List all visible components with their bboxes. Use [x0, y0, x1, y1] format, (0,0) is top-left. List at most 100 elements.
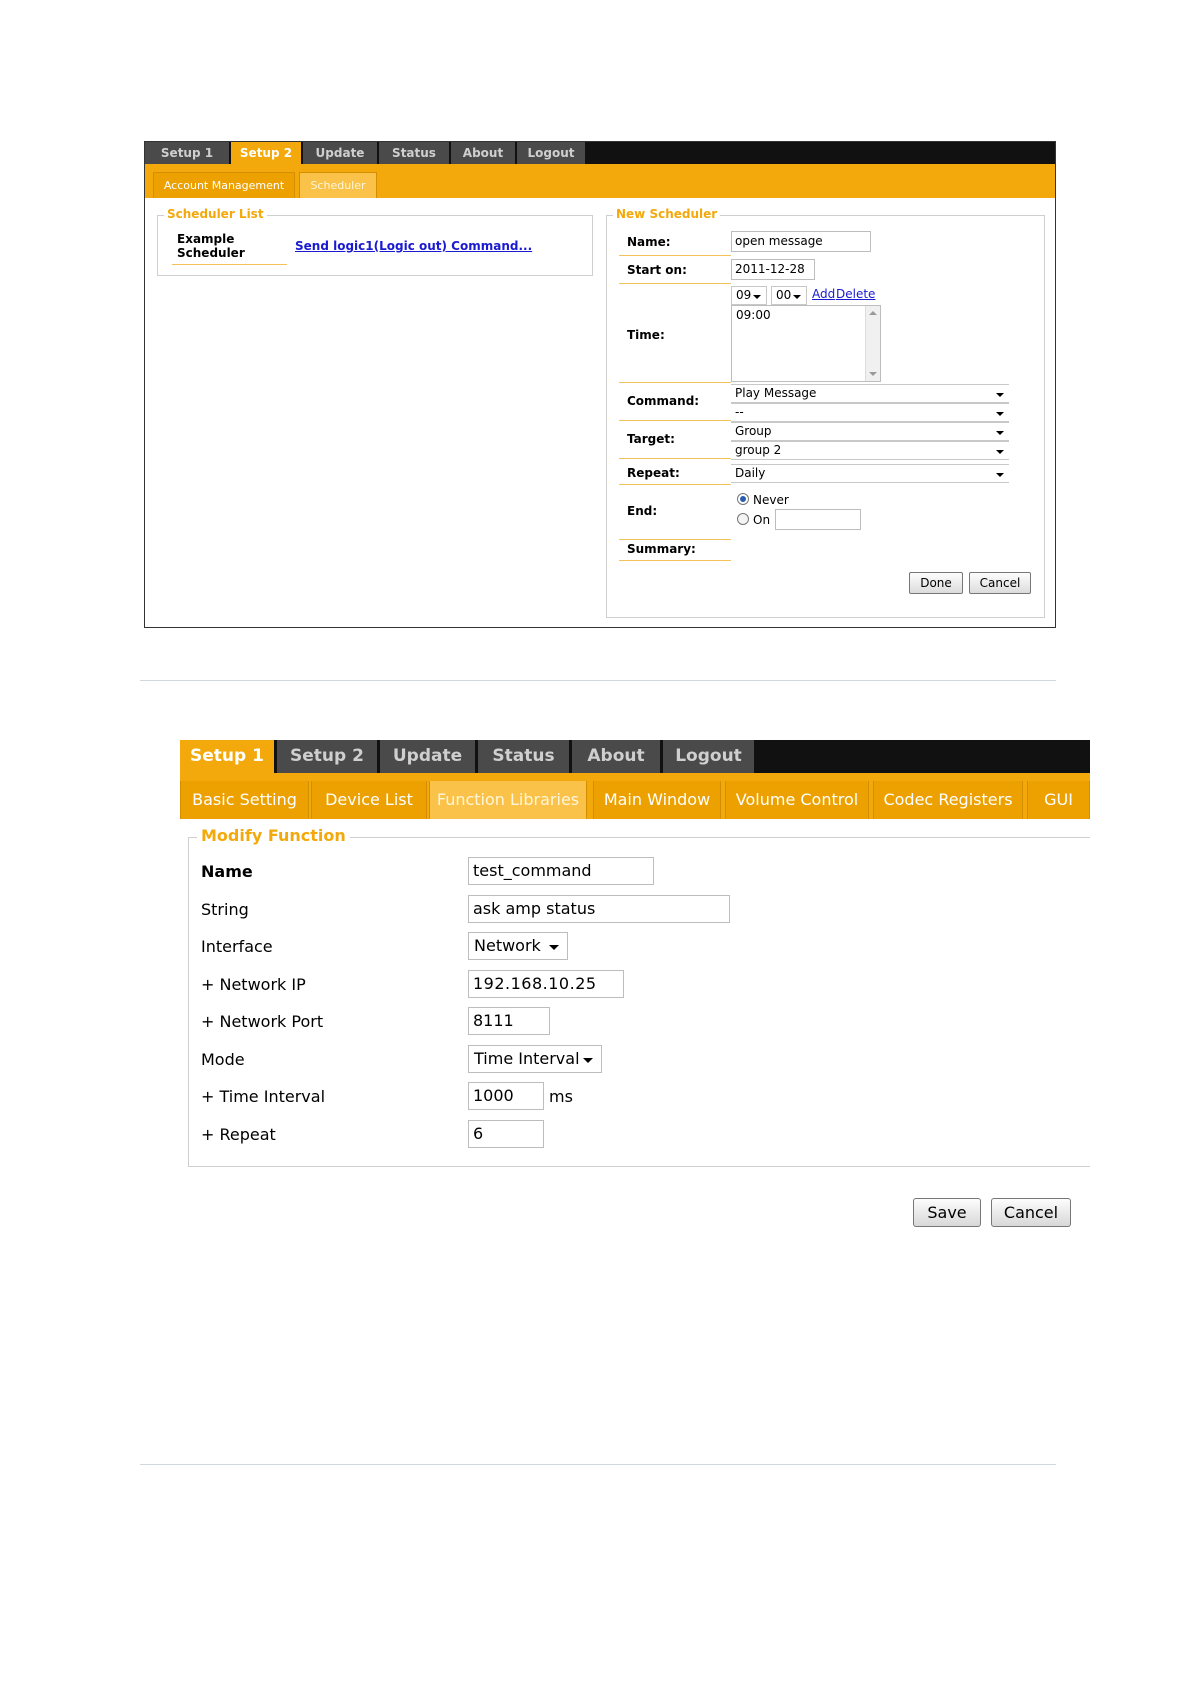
command-label: Command: — [627, 394, 700, 408]
command-sub-select[interactable]: -- — [731, 403, 1009, 422]
time-interval-unit: ms — [549, 1087, 573, 1106]
time-interval-input[interactable]: 1000 — [468, 1082, 544, 1110]
end-on-radio[interactable] — [737, 513, 749, 525]
delete-time-link[interactable]: Delete — [836, 287, 875, 301]
mode-label: Mode — [201, 1050, 245, 1069]
scheduler-item-link[interactable]: Send logic1(Logic out) Command... — [295, 239, 532, 253]
listbox-scrollbar[interactable] — [865, 306, 880, 381]
scheduler-screenshot: Setup 1 Setup 2 Update Status About Logo… — [144, 141, 1056, 628]
tab-logout[interactable]: Logout — [663, 740, 757, 773]
command-value: Play Message — [735, 386, 817, 400]
modify-function-panel: Modify Function Name test_command String… — [188, 826, 1090, 1167]
tab-setup-2[interactable]: Setup 2 — [277, 740, 380, 773]
mode-select[interactable]: Time Interval — [468, 1045, 602, 1073]
tab-codec-registers[interactable]: Codec Registers — [873, 781, 1023, 819]
network-port-label: + Network Port — [201, 1012, 324, 1031]
tab-setup-1[interactable]: Setup 1 — [180, 740, 277, 773]
target-label: Target: — [627, 432, 675, 446]
hour-select[interactable]: 09 — [731, 286, 767, 305]
string-label: String — [201, 900, 249, 919]
divider — [619, 420, 731, 421]
name-input[interactable]: test_command — [468, 857, 654, 885]
end-never-radio[interactable] — [737, 493, 749, 505]
repeat-label: Repeat: — [627, 466, 680, 480]
tab-basic-setting[interactable]: Basic Setting — [180, 781, 309, 819]
string-input[interactable]: ask amp status — [468, 895, 730, 923]
tab-setup-2[interactable]: Setup 2 — [231, 142, 303, 164]
target-select[interactable]: Group — [731, 422, 1009, 441]
tab-logout[interactable]: Logout — [517, 142, 587, 164]
add-time-link[interactable]: Add — [812, 287, 835, 301]
tab-scheduler[interactable]: Scheduler — [299, 172, 377, 198]
start-date-input[interactable]: 2011-12-28 — [731, 259, 815, 280]
end-never-label: Never — [753, 493, 789, 507]
scheduler-item-name: Example Scheduler — [177, 232, 245, 260]
tab-device-list[interactable]: Device List — [311, 781, 427, 819]
summary-label: Summary: — [627, 542, 696, 556]
repeat-select[interactable]: Daily — [731, 464, 1009, 483]
target-sub-value: group 2 — [735, 443, 782, 457]
chevron-down-icon — [996, 473, 1004, 477]
network-port-input[interactable]: 8111 — [468, 1007, 550, 1035]
sub-nav-bar: Account Management Scheduler — [145, 164, 1055, 198]
cancel-button[interactable]: Cancel — [991, 1198, 1071, 1227]
repeat-label: + Repeat — [201, 1125, 276, 1144]
tab-volume-control[interactable]: Volume Control — [725, 781, 869, 819]
tab-setup-1[interactable]: Setup 1 — [145, 142, 231, 164]
scroll-up-icon[interactable] — [869, 311, 877, 315]
command-select[interactable]: Play Message — [731, 384, 1009, 403]
sub-nav-bar: Basic Setting Device List Function Libra… — [180, 773, 1090, 819]
tab-about[interactable]: About — [451, 142, 517, 164]
chevron-down-icon — [549, 945, 559, 950]
hour-value: 09 — [736, 288, 752, 302]
divider — [619, 539, 731, 540]
scroll-down-icon[interactable] — [869, 372, 877, 376]
new-scheduler-panel: New Scheduler Name: open message Start o… — [606, 207, 1045, 618]
end-on-label: On — [753, 513, 771, 527]
chevron-down-icon — [753, 295, 761, 299]
start-on-label: Start on: — [627, 263, 687, 277]
page-divider — [140, 1464, 1056, 1465]
tab-gui[interactable]: GUI — [1027, 781, 1090, 819]
tab-status[interactable]: Status — [379, 142, 451, 164]
save-button[interactable]: Save — [913, 1198, 981, 1227]
top-nav-bar: Setup 1 Setup 2 Update Status About Logo… — [180, 740, 1090, 773]
mode-value: Time Interval — [474, 1049, 580, 1068]
divider — [619, 484, 731, 485]
divider — [619, 283, 731, 284]
function-screenshot: Setup 1 Setup 2 Update Status About Logo… — [180, 740, 1090, 1240]
chevron-down-icon — [583, 1058, 593, 1063]
interface-value: Network — [474, 936, 541, 955]
tab-account-management[interactable]: Account Management — [153, 172, 295, 198]
page-divider — [140, 680, 1056, 681]
time-list-item[interactable]: 09:00 — [736, 308, 771, 322]
tab-status[interactable]: Status — [478, 740, 572, 773]
chevron-down-icon — [996, 431, 1004, 435]
minute-select[interactable]: 00 — [771, 286, 807, 305]
new-scheduler-legend: New Scheduler — [613, 207, 721, 221]
done-button[interactable]: Done — [909, 572, 963, 594]
tab-update[interactable]: Update — [303, 142, 379, 164]
cancel-button[interactable]: Cancel — [969, 572, 1031, 594]
radio-dot — [740, 496, 746, 502]
minute-value: 00 — [776, 288, 792, 302]
time-listbox[interactable]: 09:00 — [731, 305, 881, 382]
target-sub-select[interactable]: group 2 — [731, 441, 1009, 460]
repeat-input[interactable]: 6 — [468, 1120, 544, 1148]
tab-main-window[interactable]: Main Window — [593, 781, 721, 819]
network-ip-input[interactable]: 192.168.10.25 — [468, 970, 624, 998]
divider — [619, 255, 731, 256]
time-label: Time: — [627, 328, 665, 342]
target-value: Group — [735, 424, 772, 438]
divider — [619, 382, 731, 383]
tab-about[interactable]: About — [572, 740, 663, 773]
interface-select[interactable]: Network — [468, 932, 568, 960]
scheduler-list-legend: Scheduler List — [164, 207, 267, 221]
name-input[interactable]: open message — [731, 231, 871, 252]
divider — [619, 458, 731, 459]
tab-update[interactable]: Update — [380, 740, 478, 773]
end-date-input[interactable] — [775, 509, 861, 530]
tab-function-libraries[interactable]: Function Libraries — [429, 781, 587, 819]
command-sub-value: -- — [735, 405, 744, 419]
scheduler-list-panel: Scheduler List Example Scheduler Send lo… — [157, 207, 593, 276]
